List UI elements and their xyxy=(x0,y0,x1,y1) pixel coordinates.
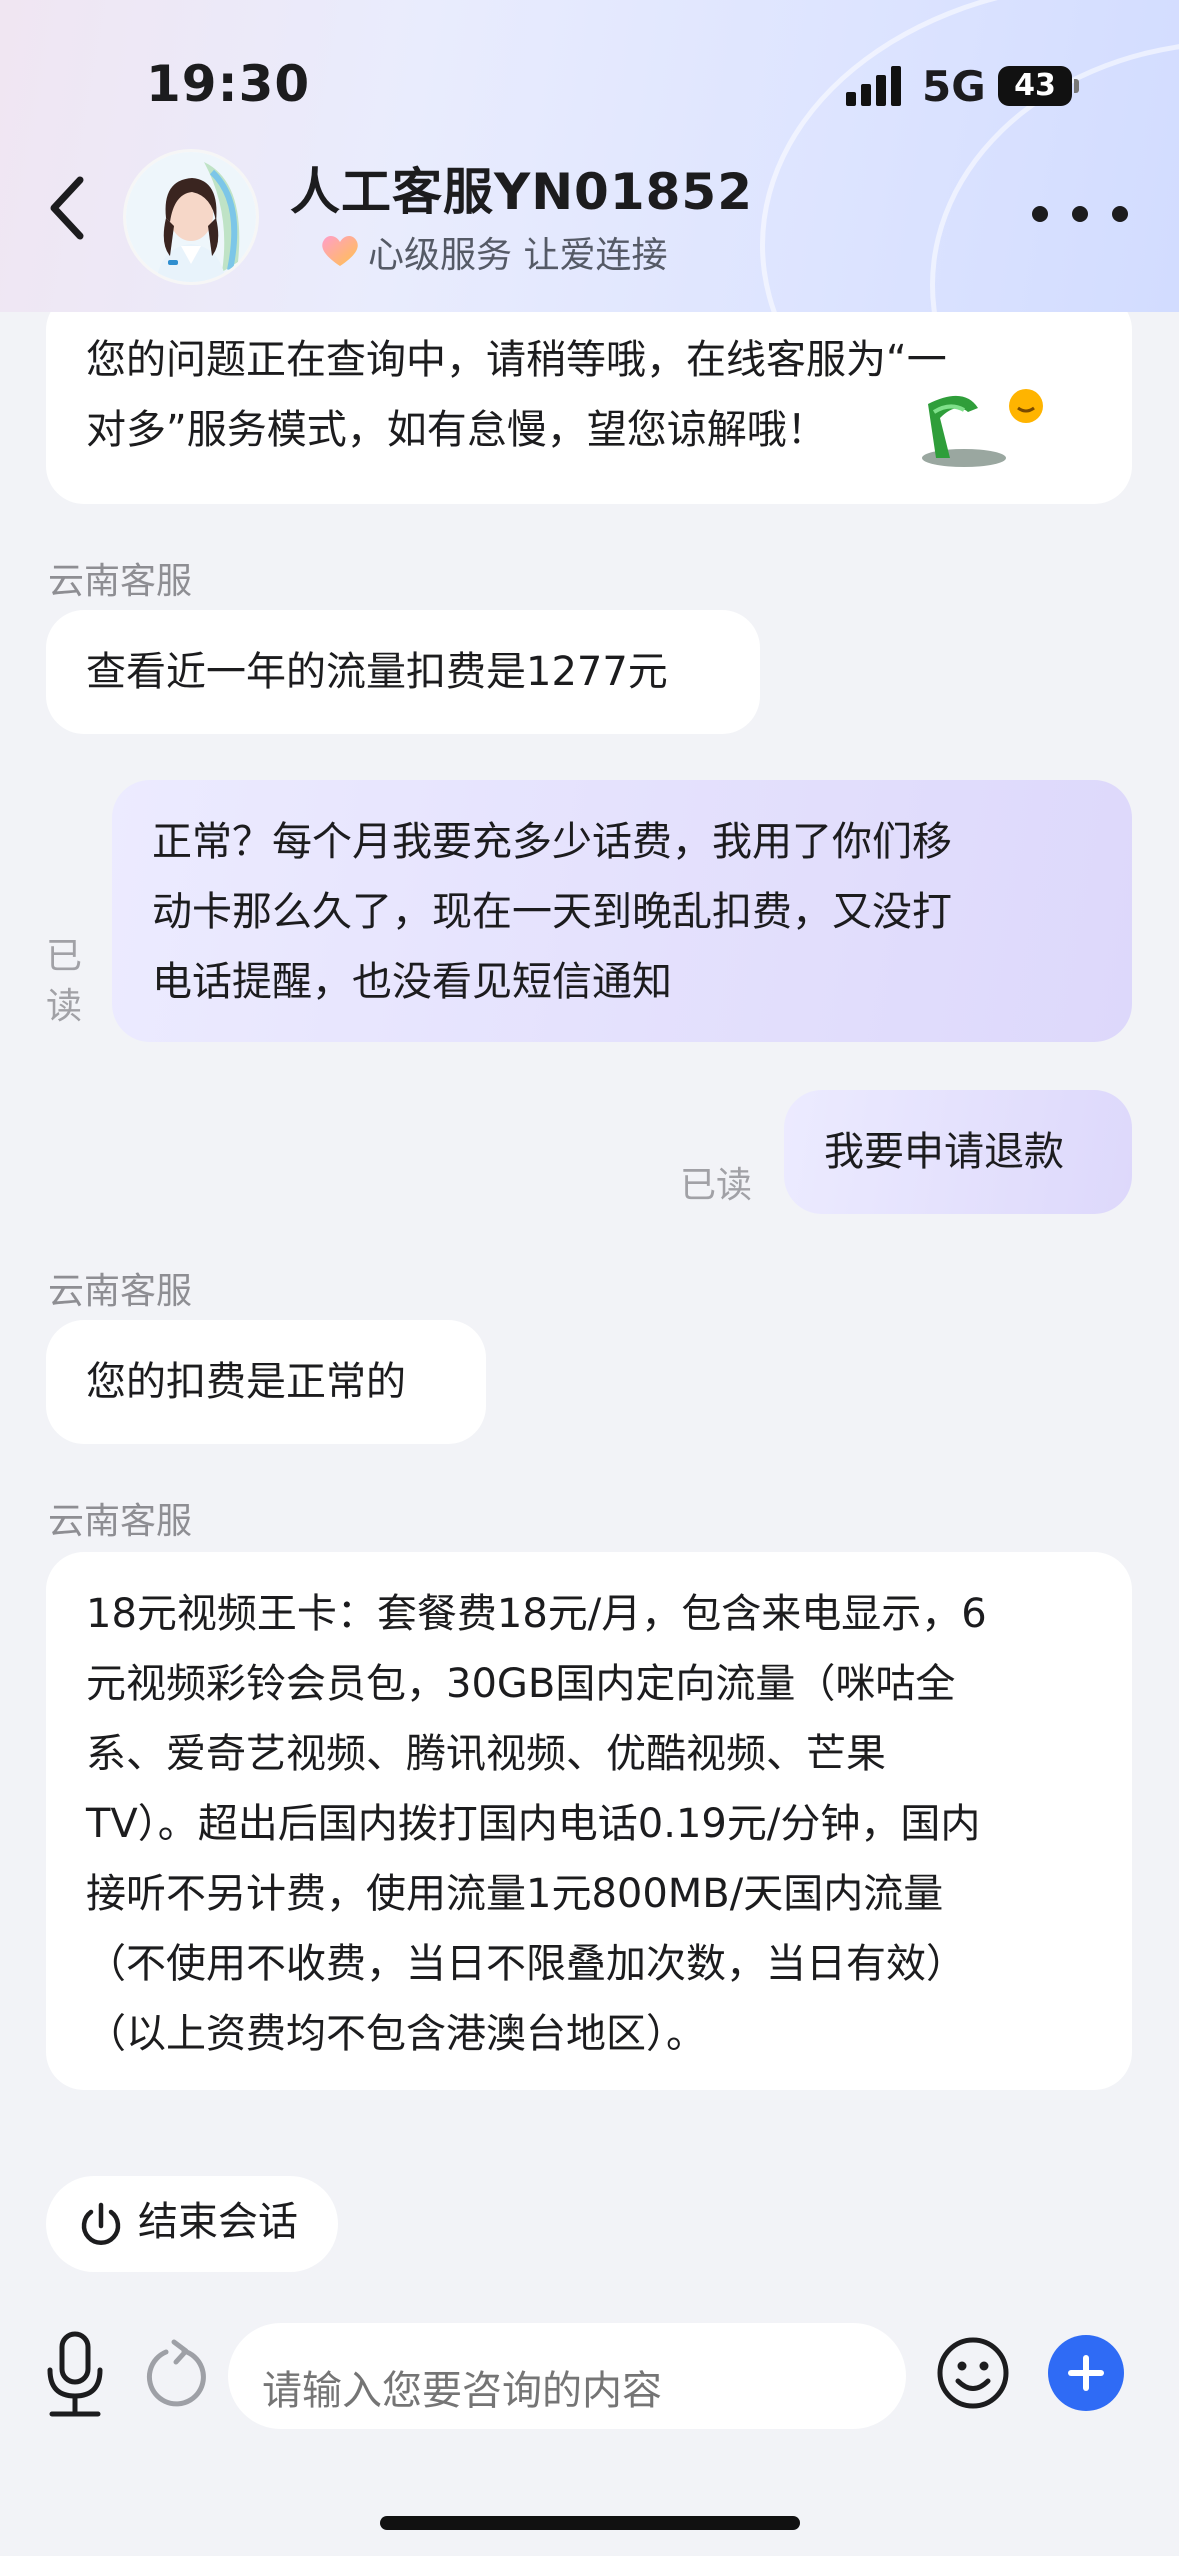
voice-input-button[interactable] xyxy=(40,2330,110,2420)
waving-flag-sticker-icon xyxy=(922,389,1043,467)
end-session-label: 结束会话 xyxy=(138,2199,298,2245)
message-line: 元视频彩铃会员包，30GB国内定向流量（咪咕全 xyxy=(86,1661,956,1707)
heart-icon xyxy=(322,236,358,266)
sender-label: 云南客服 xyxy=(48,1501,193,1542)
read-char: 读 xyxy=(46,986,83,1027)
chevron-left-icon xyxy=(50,176,84,240)
battery-icon: 43 xyxy=(998,66,1072,106)
message-line: 动卡那么久了，现在一天到晚乱扣费，又没打 xyxy=(152,889,952,935)
battery-level: 43 xyxy=(1014,68,1056,103)
dot xyxy=(1072,206,1088,222)
read-char: 已 xyxy=(46,936,83,977)
dot xyxy=(1032,206,1048,222)
agent-message: 您的扣费是正常的 xyxy=(46,1320,486,1444)
read-receipt: 已读 xyxy=(680,1165,753,1206)
message-line: 查看近一年的流量扣费是1277元 xyxy=(86,649,668,695)
refresh-button[interactable] xyxy=(146,2338,208,2412)
message-line: （以上资费均不包含港澳台地区）。 xyxy=(86,2011,706,2057)
back-button[interactable] xyxy=(40,168,100,248)
agent-message: 18元视频王卡：套餐费18元/月，包含来电显示，6 元视频彩铃会员包，30GB国… xyxy=(46,1552,1132,2090)
agent-message: 查看近一年的流量扣费是1277元 xyxy=(46,610,760,734)
message-line: 系、爱奇艺视频、腾讯视频、优酷视频、芒果 xyxy=(86,1731,886,1777)
emoji-button[interactable] xyxy=(936,2336,1010,2410)
message-line: 您的问题正在查询中，请稍等哦，在线客服为“一 xyxy=(86,337,947,383)
chat-header: 19:30 5G 43 人工客服YN01852 心级服务 让爱连接 xyxy=(0,0,1179,312)
message-input[interactable] xyxy=(228,2323,906,2429)
sender-label: 云南客服 xyxy=(48,1271,193,1312)
agent-name: 人工客服YN01852 xyxy=(290,163,754,221)
cellular-signal-icon xyxy=(846,66,904,106)
power-icon xyxy=(81,2202,121,2245)
user-message: 我要申请退款 xyxy=(784,1090,1132,1214)
message-line: 正常？每个月我要充多少话费，我用了你们移 xyxy=(152,819,952,865)
message-line: 电话提醒，也没看见短信通知 xyxy=(152,959,672,1005)
end-session-button[interactable]: 结束会话 xyxy=(46,2176,338,2272)
message-line: （不使用不收费，当日不限叠加次数，当日有效） xyxy=(86,1941,966,1987)
service-slogan: 心级服务 让爱连接 xyxy=(368,235,668,276)
network-type: 5G xyxy=(922,62,986,111)
message-line: TV）。超出后国内拨打国内电话0.19元/分钟，国内 xyxy=(86,1801,981,1847)
agent-message: 您的问题正在查询中，请稍等哦，在线客服为“一 对多”服务模式，如有怠慢，望您谅解… xyxy=(46,292,1132,504)
status-time: 19:30 xyxy=(146,55,311,113)
read-receipt: 已 读 xyxy=(46,932,82,1032)
dot xyxy=(1112,206,1128,222)
smiley-face-icon xyxy=(937,2337,1009,2409)
microphone-icon xyxy=(47,2331,103,2417)
home-indicator xyxy=(380,2516,800,2530)
agent-portrait-icon xyxy=(126,152,256,282)
message-line: 18元视频王卡：套餐费18元/月，包含来电显示，6 xyxy=(86,1591,987,1637)
agent-avatar[interactable] xyxy=(126,152,256,282)
message-line: 我要申请退款 xyxy=(824,1129,1064,1175)
sender-label: 云南客服 xyxy=(48,561,193,602)
user-message: 正常？每个月我要充多少话费，我用了你们移 动卡那么久了，现在一天到晚乱扣费，又没… xyxy=(112,780,1132,1042)
refresh-icon xyxy=(146,2339,206,2407)
battery-tip xyxy=(1074,79,1079,93)
message-line: 您的扣费是正常的 xyxy=(86,1359,406,1405)
more-options-button[interactable] xyxy=(1026,200,1136,230)
message-line: 接听不另计费，使用流量1元800MB/天国内流量 xyxy=(86,1871,944,1917)
add-attachment-button[interactable] xyxy=(1048,2335,1124,2411)
